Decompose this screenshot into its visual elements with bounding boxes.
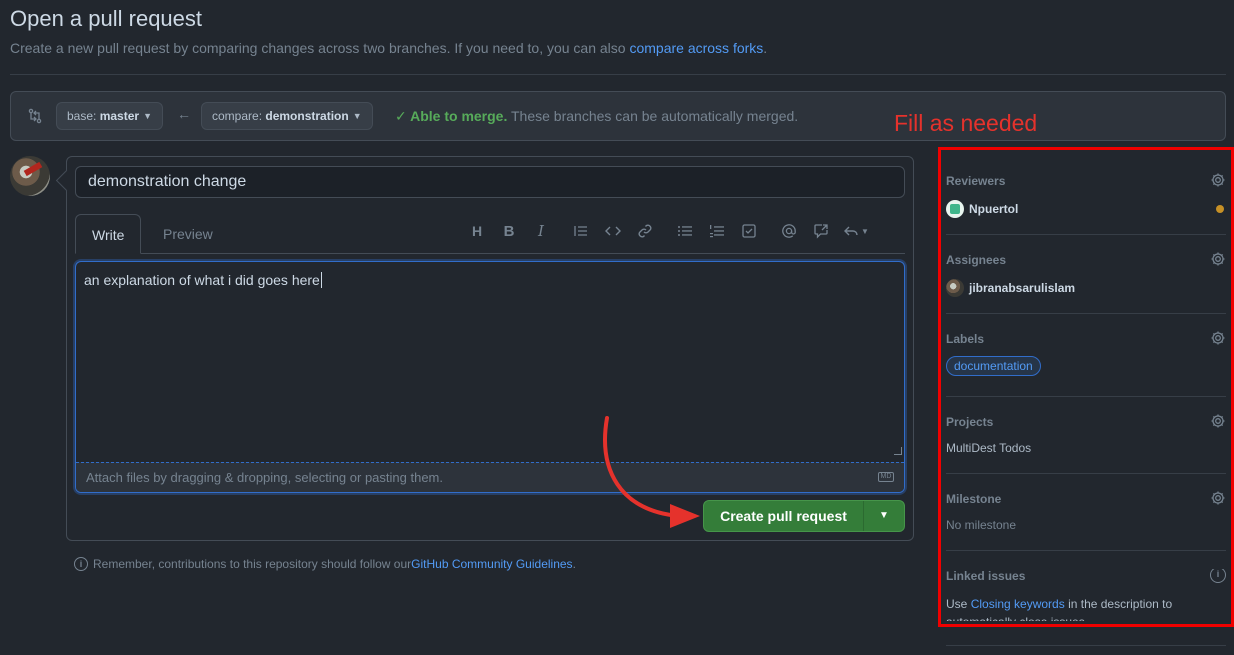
arrow-left-icon: ← [177,106,191,122]
contribution-guidelines: i Remember, contributions to this reposi… [74,557,576,571]
milestone-heading[interactable]: Milestone [946,492,1226,506]
merge-status: ✓ Able to merge. These branches can be a… [395,108,799,124]
red-arrow-annotation [603,416,700,528]
gear-icon[interactable] [1210,490,1226,506]
compare-across-forks-link[interactable]: compare across forks [629,40,763,56]
sidebar-divider [946,550,1226,551]
fill-as-needed-annotation: Fill as needed [894,110,1038,136]
caret-down-icon: ▼ [143,111,152,121]
linked-issues-text: Use Closing keywords in the description … [946,597,1173,621]
sidebar-divider [946,313,1226,314]
ordered-list-icon[interactable] [705,219,729,243]
compare-arrows-icon [28,108,42,124]
linked-issues-heading: Linked issues [946,569,1026,583]
assignee-avatar [946,279,964,297]
sidebar-divider [946,645,1226,646]
avatar [10,156,50,196]
reply-icon[interactable]: ▼ [841,219,871,243]
gear-icon[interactable] [1210,172,1226,188]
code-icon[interactable] [601,219,625,243]
caret-down-icon: ▼ [861,226,869,236]
reviewer-avatar [946,200,964,218]
sidebar-highlight-box [938,147,1234,627]
markdown-icon[interactable]: MD [878,472,894,482]
pending-review-dot [1216,205,1224,213]
info-icon: i [74,557,88,571]
assignee-item[interactable]: jibranabsarulislam [946,279,1226,297]
markdown-toolbar: H B I ▼ [465,219,879,243]
task-list-icon[interactable] [737,219,761,243]
heading-icon[interactable]: H [465,219,489,243]
reviewers-section: Reviewers Npuertol [946,172,1226,218]
branch-range-bar: base: master ▼ ← compare: demonstration ▼ … [10,91,1226,141]
description-text: an explanation of what i did goes here [84,272,322,288]
sidebar-divider [946,396,1226,397]
text-cursor [320,272,322,288]
gear-icon[interactable] [1210,330,1226,346]
base-branch-button[interactable]: base: master ▼ [56,102,163,130]
reference-icon[interactable] [809,219,833,243]
closing-keywords-link[interactable]: Closing keywords [971,597,1065,611]
sidebar-divider [946,234,1226,235]
title-input[interactable] [75,166,905,198]
milestone-value: No milestone [946,518,1017,532]
linked-issues-section: Linked issues i Use Closing keywords in … [946,569,1226,621]
resize-handle[interactable] [894,447,902,455]
community-guidelines-link[interactable]: GitHub Community Guidelines [411,557,572,571]
caret-down-icon: ▼ [352,111,362,121]
header-divider [10,74,1226,75]
assignees-section: Assignees jibranabsarulislam [946,251,1226,297]
tab-write[interactable]: Write [75,214,142,254]
link-icon[interactable] [633,219,657,243]
create-options-caret-icon[interactable]: ▼ [864,501,904,531]
page-subtitle: Create a new pull request by comparing c… [10,40,768,56]
tab-preview[interactable]: Preview [147,214,229,254]
gear-icon[interactable] [1210,251,1226,267]
quote-icon[interactable] [569,219,593,243]
projects-heading[interactable]: Projects [946,415,1226,429]
project-item[interactable]: MultiDest Todos [946,441,1226,455]
sidebar-divider [946,473,1226,474]
create-pull-request-button-group: Create pull request ▼ [703,500,905,532]
check-icon: ✓ [395,108,411,124]
bold-icon[interactable]: B [497,219,521,243]
unordered-list-icon[interactable] [673,219,697,243]
page-title: Open a pull request [10,6,203,31]
pull-request-form: Write Preview H B I ▼ [66,156,914,541]
labels-heading[interactable]: Labels [946,332,1226,346]
labels-section: Labels documentation [946,330,1226,376]
compare-branch-button[interactable]: compare: demonstration ▼ [201,102,373,130]
assignees-heading[interactable]: Assignees [946,253,1226,267]
mention-icon[interactable] [777,219,801,243]
description-textarea[interactable]: an explanation of what i did goes here A… [75,261,905,493]
attach-files-bar[interactable]: Attach files by dragging & dropping, sel… [76,462,904,492]
create-pull-request-button[interactable]: Create pull request [704,501,864,531]
italic-icon[interactable]: I [529,219,553,243]
reviewers-heading[interactable]: Reviewers [946,174,1226,188]
milestone-section: Milestone No milestone [946,490,1226,532]
label-documentation[interactable]: documentation [946,356,1041,376]
reviewer-item[interactable]: Npuertol [946,200,1226,218]
projects-section: Projects MultiDest Todos [946,413,1226,455]
gear-icon[interactable] [1210,413,1226,429]
